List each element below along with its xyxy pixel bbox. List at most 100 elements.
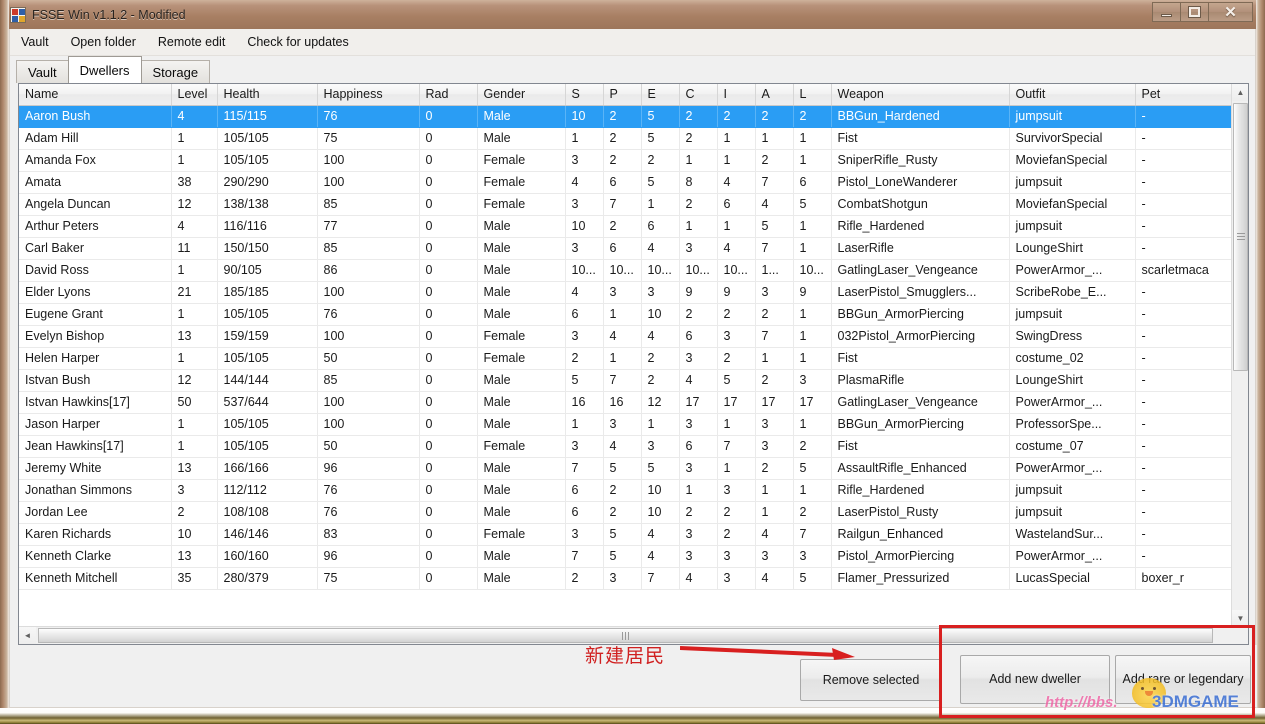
cell-gender[interactable]: Female [477,435,565,457]
cell-strength[interactable]: 16 [565,391,603,413]
cell-pet[interactable]: - [1135,193,1231,215]
cell-level[interactable]: 4 [171,105,217,127]
cell-luck[interactable]: 6 [793,171,831,193]
cell-luck[interactable]: 3 [793,545,831,567]
cell-rad[interactable]: 0 [419,281,477,303]
cell-happiness[interactable]: 75 [317,567,419,589]
cell-luck[interactable]: 1 [793,149,831,171]
cell-charisma[interactable]: 2 [679,105,717,127]
cell-agility[interactable]: 1 [755,479,793,501]
cell-charisma[interactable]: 6 [679,325,717,347]
cell-outfit[interactable]: MoviefanSpecial [1009,149,1135,171]
cell-health[interactable]: 146/146 [217,523,317,545]
cell-perception[interactable]: 2 [603,105,641,127]
cell-weapon[interactable]: Railgun_Enhanced [831,523,1009,545]
cell-pet[interactable]: - [1135,215,1231,237]
cell-outfit[interactable]: MoviefanSpecial [1009,193,1135,215]
cell-outfit[interactable]: SurvivorSpecial [1009,127,1135,149]
cell-charisma[interactable]: 3 [679,545,717,567]
cell-level[interactable]: 11 [171,237,217,259]
cell-intelligence[interactable]: 2 [717,303,755,325]
cell-pet[interactable]: - [1135,413,1231,435]
scroll-down-arrow-icon[interactable]: ▼ [1232,610,1249,627]
cell-name[interactable]: Carl Baker [19,237,171,259]
cell-strength[interactable]: 4 [565,281,603,303]
column-header-perception[interactable]: P [603,84,641,105]
cell-health[interactable]: 185/185 [217,281,317,303]
cell-charisma[interactable]: 1 [679,215,717,237]
cell-intelligence[interactable]: 2 [717,347,755,369]
column-header-happiness[interactable]: Happiness [317,84,419,105]
cell-agility[interactable]: 1 [755,501,793,523]
cell-endurance[interactable]: 12 [641,391,679,413]
cell-weapon[interactable]: BBGun_Hardened [831,105,1009,127]
cell-rad[interactable]: 0 [419,259,477,281]
cell-rad[interactable]: 0 [419,171,477,193]
cell-health[interactable]: 280/379 [217,567,317,589]
cell-strength[interactable]: 3 [565,325,603,347]
cell-charisma[interactable]: 10... [679,259,717,281]
cell-pet[interactable]: - [1135,347,1231,369]
cell-perception[interactable]: 2 [603,215,641,237]
cell-endurance[interactable]: 4 [641,325,679,347]
cell-agility[interactable]: 1 [755,347,793,369]
cell-pet[interactable]: - [1135,325,1231,347]
cell-happiness[interactable]: 50 [317,435,419,457]
cell-rad[interactable]: 0 [419,413,477,435]
cell-outfit[interactable]: SwingDress [1009,325,1135,347]
cell-level[interactable]: 3 [171,479,217,501]
cell-agility[interactable]: 4 [755,193,793,215]
cell-rad[interactable]: 0 [419,369,477,391]
cell-happiness[interactable]: 76 [317,501,419,523]
cell-health[interactable]: 105/105 [217,127,317,149]
cell-weapon[interactable]: LaserRifle [831,237,1009,259]
table-row[interactable]: Istvan Hawkins[17]50537/6441000Male16161… [19,391,1231,413]
cell-rad[interactable]: 0 [419,479,477,501]
cell-level[interactable]: 35 [171,567,217,589]
table-row[interactable]: Jonathan Simmons3112/112760Male62101311R… [19,479,1231,501]
cell-level[interactable]: 12 [171,369,217,391]
cell-happiness[interactable]: 77 [317,215,419,237]
cell-health[interactable]: 150/150 [217,237,317,259]
cell-happiness[interactable]: 100 [317,171,419,193]
column-header-level[interactable]: Level [171,84,217,105]
column-header-health[interactable]: Health [217,84,317,105]
cell-gender[interactable]: Male [477,259,565,281]
cell-agility[interactable]: 7 [755,237,793,259]
cell-endurance[interactable]: 5 [641,105,679,127]
cell-luck[interactable]: 2 [793,105,831,127]
cell-intelligence[interactable]: 2 [717,523,755,545]
cell-intelligence[interactable]: 4 [717,171,755,193]
cell-agility[interactable]: 3 [755,435,793,457]
cell-intelligence[interactable]: 3 [717,325,755,347]
cell-endurance[interactable]: 1 [641,413,679,435]
cell-charisma[interactable]: 6 [679,435,717,457]
cell-luck[interactable]: 1 [793,127,831,149]
scroll-up-arrow-icon[interactable]: ▲ [1232,84,1249,101]
cell-name[interactable]: Amata [19,171,171,193]
cell-weapon[interactable]: Fist [831,127,1009,149]
cell-outfit[interactable]: LoungeShirt [1009,237,1135,259]
cell-perception[interactable]: 5 [603,545,641,567]
cell-weapon[interactable]: PlasmaRifle [831,369,1009,391]
cell-agility[interactable]: 2 [755,457,793,479]
menu-item-remote-edit[interactable]: Remote edit [147,31,236,53]
cell-pet[interactable]: - [1135,523,1231,545]
cell-gender[interactable]: Male [477,215,565,237]
cell-health[interactable]: 112/112 [217,479,317,501]
cell-outfit[interactable]: PowerArmor_... [1009,391,1135,413]
cell-rad[interactable]: 0 [419,325,477,347]
cell-gender[interactable]: Male [477,105,565,127]
cell-rad[interactable]: 0 [419,105,477,127]
cell-happiness[interactable]: 50 [317,347,419,369]
cell-outfit[interactable]: jumpsuit [1009,479,1135,501]
table-row[interactable]: Kenneth Clarke13160/160960Male7543333Pis… [19,545,1231,567]
table-row[interactable]: Adam Hill1105/105750Male1252111FistSurvi… [19,127,1231,149]
cell-weapon[interactable]: SniperRifle_Rusty [831,149,1009,171]
cell-intelligence[interactable]: 4 [717,237,755,259]
table-row[interactable]: Jason Harper1105/1051000Male1313131BBGun… [19,413,1231,435]
cell-perception[interactable]: 4 [603,435,641,457]
cell-weapon[interactable]: BBGun_ArmorPiercing [831,413,1009,435]
vertical-scrollbar-thumb[interactable] [1233,103,1248,371]
cell-charisma[interactable]: 3 [679,523,717,545]
